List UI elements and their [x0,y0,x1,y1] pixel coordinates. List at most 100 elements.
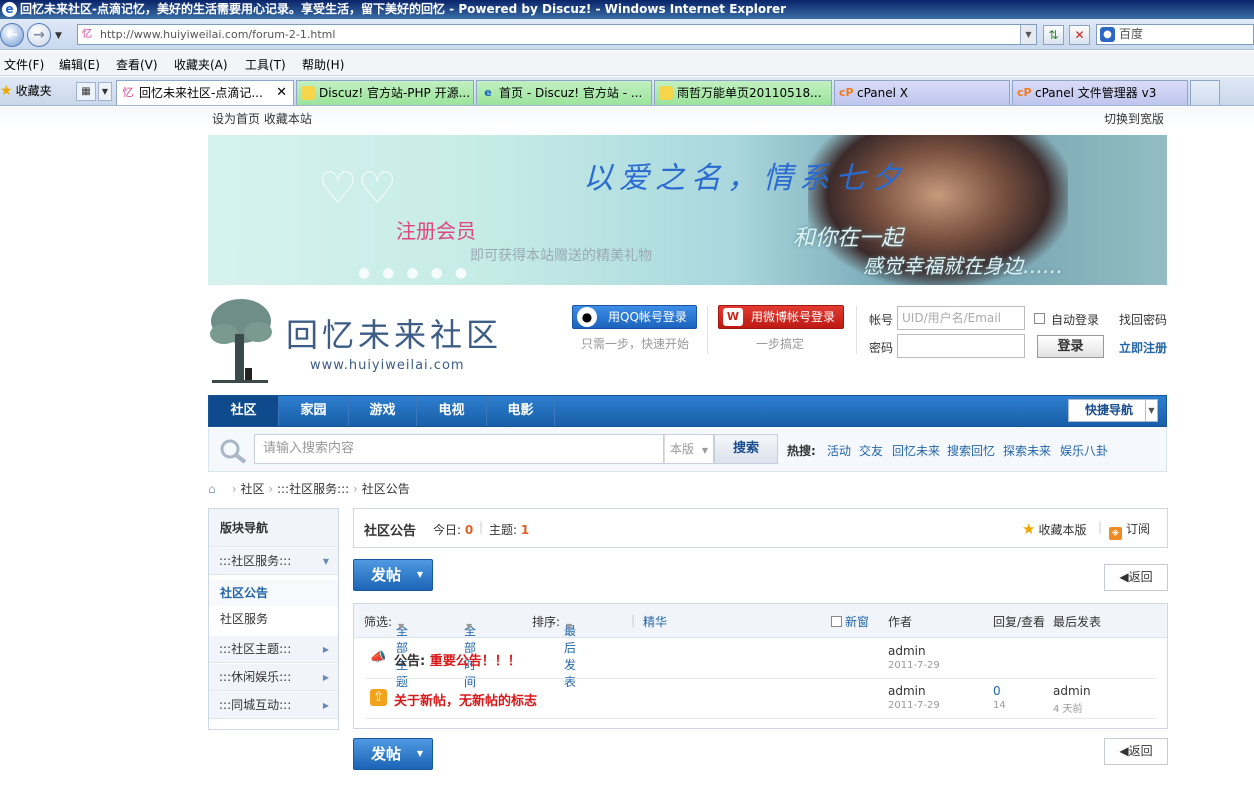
nav-community[interactable]: 社区 [209,396,279,426]
account-input[interactable]: UID/用户名/Email [897,306,1025,330]
hot-search-link[interactable]: 娱乐八卦 [1060,442,1108,459]
nav-games[interactable]: 游戏 [349,396,417,426]
tab-cpanel-files[interactable]: cP cPanel 文件管理器 v3 [1012,80,1188,105]
forward-button[interactable]: → [27,23,51,47]
forum-sidebar: 版块导航 :::社区服务::: ▼ 社区公告 社区服务 :::社区主题::: ▶… [208,508,339,730]
sidebar-group-community-service[interactable]: :::社区服务::: ▼ [209,548,338,575]
site-header: 回忆未来社区 www.huiyiweilai.com ● 用QQ帐号登录 只需一… [208,292,1167,390]
tab-discuz-php[interactable]: Discuz! 官方站-PHP 开源... [296,80,474,105]
tab-list-dropdown[interactable]: ▼ [98,82,112,101]
thread-author[interactable]: admin [888,684,926,698]
favorite-forum-button[interactable]: ★ 收藏本版 [1022,520,1086,538]
filter-digest[interactable]: 精华 [643,613,667,630]
auto-login-checkbox[interactable] [1034,313,1045,324]
tab-yuzhe[interactable]: 雨哲万能单页20110518... [654,80,832,105]
hot-search-link[interactable]: 搜索回忆 [947,442,995,459]
new-post-button[interactable]: 发帖 ▼ [353,738,433,770]
menu-view[interactable]: 查看(V) [116,56,158,73]
set-home-favorite-links[interactable]: 设为首页 收藏本站 [212,110,312,127]
qq-login-note: 只需一步，快速开始 [581,337,690,351]
search-input[interactable]: 请输入搜索内容 [254,434,664,464]
breadcrumb-item[interactable]: :::社区服务::: [277,482,349,496]
address-dropdown[interactable]: ▼ [1020,25,1036,44]
menu-help[interactable]: 帮助(H) [302,56,344,73]
stop-button[interactable]: ✕ [1069,25,1090,45]
hot-search-link[interactable]: 探索未来 [1003,442,1051,459]
site-favicon: 忆 [82,29,92,40]
last-post-author[interactable]: admin [1053,684,1091,698]
menu-file[interactable]: 文件(F) [4,56,44,73]
weibo-login-note: 一步搞定 [756,337,805,351]
quick-tabs-button[interactable]: ▦ [76,82,96,101]
menu-favorites[interactable]: 收藏夹(A) [174,56,228,73]
sidebar-item-announcements[interactable]: 社区公告 [209,580,338,606]
tab-huiyiweilai[interactable]: 忆 回忆未来社区-点滴记... ✕ [116,80,294,105]
browser-search-input[interactable]: ● 百度 [1096,24,1254,45]
chevron-right-icon: ▶ [322,645,329,654]
weibo-login-button[interactable]: W 用微博帐号登录 [718,305,844,329]
back-button[interactable]: ← [0,23,24,47]
thread-title[interactable]: 公告: 重要公告！！！ [394,650,521,669]
home-icon[interactable]: ⌂ [208,482,222,496]
menu-tools[interactable]: 工具(T) [245,56,286,73]
recent-pages-dropdown[interactable]: ▼ [55,31,62,41]
table-row[interactable]: ⇧ 关于新帖，无新帖的标志 admin 2011-7-29 0 14 admin… [366,679,1157,719]
search-engine-name: 百度 [1119,27,1144,41]
auto-login-label: 自动登录 [1051,313,1100,327]
thread-author[interactable]: admin [888,644,926,658]
hot-search-link[interactable]: 回忆未来 [892,442,940,459]
search-button[interactable]: 搜索 [714,434,778,464]
favorites-button[interactable]: ★ 收藏夹 [0,82,52,99]
switch-wide-link[interactable]: 切换到宽版 [1104,110,1164,127]
hot-search-link[interactable]: 活动 [827,442,851,459]
discuz-favicon [301,86,315,100]
sidebar-group-leisure[interactable]: :::休闲娱乐::: ▶ [209,664,338,691]
promo-banner[interactable]: ♡♡ 以爱之名，情系七夕 注册会员 即可获得本站赠送的精美礼物 和你在一起 感觉… [208,135,1167,285]
search-icon [220,439,247,464]
tab-cpanel-x[interactable]: cP cPanel X [834,80,1010,105]
thread-title[interactable]: 关于新帖，无新帖的标志 [394,690,537,709]
tab-discuz-home[interactable]: e 首页 - Discuz! 官方站 - ... [476,80,652,105]
window-title-bar: e 回忆未来社区-点滴记忆，美好的生活需要用心记录。享受生活，留下美好的回忆 -… [0,0,1254,19]
site-logo-text[interactable]: 回忆未来社区 [286,310,502,356]
password-label: 密码 [869,341,894,355]
refresh-button[interactable]: ⇅ [1043,25,1064,45]
chevron-down-icon: ▼ [416,570,423,579]
sidebar-item-service[interactable]: 社区服务 [209,606,338,632]
sidebar-group-local[interactable]: :::同城互动::: ▶ [209,692,338,719]
star-icon: ★ [1022,520,1036,538]
login-button[interactable]: 登录 [1037,335,1104,358]
rss-icon: ◈ [1109,527,1122,540]
search-bar: 请输入搜索内容 本版 ▼ 搜索 热搜: 活动 交友 回忆未来 搜索回忆 探索未来… [208,428,1167,472]
close-tab-icon[interactable]: ✕ [276,81,287,105]
nav-home[interactable]: 家园 [279,396,349,426]
subscribe-button[interactable]: ◈ 订阅 [1109,520,1150,540]
breadcrumb: ⌂ › 社区 › :::社区服务::: › 社区公告 [208,482,410,496]
back-to-list-button[interactable]: ◀返回 [1104,738,1168,765]
hot-search-label: 热搜: [787,444,816,458]
address-input[interactable]: 忆 http://www.huiyiweilai.com/forum-2-1.h… [77,24,1037,45]
hot-search-link[interactable]: 交友 [859,442,883,459]
back-to-list-button[interactable]: ◀返回 [1104,564,1168,591]
new-tab-button[interactable] [1190,80,1220,105]
table-row[interactable]: 📣 公告: 重要公告！！！ admin 2011-7-29 [366,639,1157,679]
new-post-button[interactable]: 发帖 ▼ [353,559,433,591]
breadcrumb-item[interactable]: 社区 [240,482,264,496]
page-favicon [659,86,673,100]
nav-movies[interactable]: 电影 [487,396,555,426]
last-post-time: 4 天前 [1053,704,1083,715]
banner-register-link[interactable]: 注册会员 [396,215,476,244]
new-window-checkbox[interactable] [831,616,842,627]
qq-login-button[interactable]: ● 用QQ帐号登录 [572,305,697,329]
sidebar-group-topics[interactable]: :::社区主题::: ▶ [209,636,338,663]
menu-edit[interactable]: 编辑(E) [59,56,100,73]
quick-nav-button[interactable]: 快捷导航 ▼ [1068,399,1158,422]
password-input[interactable] [897,334,1025,358]
search-scope-select[interactable]: 本版 ▼ [664,434,714,464]
chevron-right-icon: ▶ [322,701,329,710]
nav-tv[interactable]: 电视 [417,396,487,426]
main-nav: 社区 家园 游戏 电视 电影 快捷导航 ▼ [208,395,1167,427]
breadcrumb-item[interactable]: 社区公告 [362,482,410,496]
find-password-link[interactable]: 找回密码 [1119,311,1167,328]
register-now-link[interactable]: 立即注册 [1119,339,1167,356]
